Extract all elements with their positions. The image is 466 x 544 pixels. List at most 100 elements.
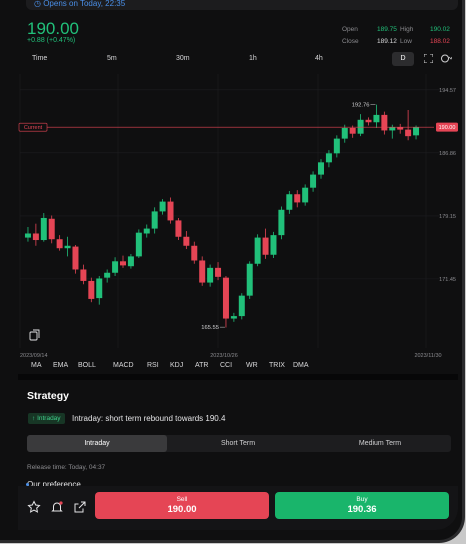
tab-30m[interactable]: 30m: [176, 55, 190, 62]
y-tick-label: 194.57: [439, 88, 456, 94]
tab-intraday[interactable]: Intraday: [27, 435, 167, 452]
candle-body: [207, 267, 214, 283]
high-label: High: [400, 26, 414, 33]
tab-daily[interactable]: D: [392, 52, 414, 66]
candle-body: [215, 267, 222, 277]
y-tick-label: 186.86: [439, 151, 456, 157]
candle-body: [96, 278, 103, 299]
candle-body: [135, 232, 142, 257]
current-price-label: 190.00: [439, 125, 456, 131]
timeframe-toolbar: Time 5m 30m 1h 4h D: [18, 52, 458, 66]
chart-settings-icon[interactable]: [440, 53, 452, 64]
sell-label: Sell: [176, 496, 188, 503]
candle-body: [199, 260, 206, 283]
indicator-ma[interactable]: MA: [31, 362, 42, 369]
candle-body: [56, 239, 63, 249]
strategy-tabs: Intraday Short Term Medium Term: [27, 435, 451, 452]
tab-time[interactable]: Time: [32, 55, 47, 62]
candle-body: [120, 261, 126, 266]
candle-body: [32, 233, 39, 241]
star-icon[interactable]: [27, 500, 41, 514]
candle-body: [318, 162, 324, 175]
indicator-rsi[interactable]: RSI: [147, 362, 159, 369]
ohlc-panel: Open 189.75 High 190.02 Close 189.12 Low…: [342, 26, 454, 46]
candle-body: [143, 228, 150, 234]
y-tick-label: 179.15: [439, 214, 456, 220]
candle-body: [112, 261, 119, 273]
candle-body: [349, 127, 356, 134]
indicator-ema[interactable]: EMA: [53, 362, 68, 369]
indicator-dma[interactable]: DMA: [293, 362, 309, 369]
indicator-boll[interactable]: BOLL: [78, 362, 96, 369]
bell-icon[interactable]: [50, 500, 64, 514]
sell-button[interactable]: Sell 190.00: [95, 492, 269, 519]
close-label: Close: [342, 38, 359, 45]
strategy-tag-label: Intraday: [37, 415, 61, 422]
candle-body: [72, 246, 79, 270]
candle-body: [357, 119, 364, 134]
draw-tool-icon-detail: [33, 329, 40, 338]
candle-body: [104, 272, 111, 278]
tab-1h[interactable]: 1h: [249, 55, 257, 62]
buy-label: Buy: [356, 496, 368, 503]
candle-body: [127, 256, 134, 267]
candle-body: [262, 237, 269, 255]
candle-body: [88, 280, 95, 299]
candle-body: [254, 237, 261, 264]
current-label: Current: [24, 125, 43, 131]
tab-4h[interactable]: 4h: [315, 55, 323, 62]
candle-body: [405, 129, 412, 137]
candle-body: [325, 153, 332, 163]
candle-body: [151, 211, 158, 229]
candle-body: [310, 174, 317, 188]
candle-body: [333, 138, 340, 154]
sell-price: 190.00: [167, 504, 197, 515]
candle-body: [80, 269, 87, 281]
open-label: Open: [342, 26, 358, 33]
candle-body: [365, 119, 372, 123]
tab-medium-term[interactable]: Medium Term: [309, 435, 451, 452]
strategy-tag: ↑ Intraday: [28, 413, 65, 424]
draw-tool-icon: [29, 331, 38, 341]
tab-5m[interactable]: 5m: [107, 55, 117, 62]
share-icon[interactable]: [73, 500, 87, 514]
candle-body: [222, 277, 229, 319]
indicator-bar: MA EMA BOLL MACD RSI KDJ ATR CCI WR TRIX…: [18, 362, 458, 372]
candle-body: [341, 127, 348, 139]
indicator-macd[interactable]: MACD: [113, 362, 134, 369]
candle-body: [270, 235, 277, 255]
open-value: 189.75: [377, 26, 397, 33]
release-time: Release time: Today, 04:37: [27, 464, 106, 471]
indicator-wr[interactable]: WR: [246, 362, 258, 369]
indicator-kdj[interactable]: KDJ: [170, 362, 183, 369]
indicator-atr[interactable]: ATR: [195, 362, 208, 369]
y-tick-label: 171.45: [439, 277, 456, 283]
strategy-headline: Intraday: short term rebound towards 190…: [72, 414, 226, 423]
high-value: 190.02: [430, 26, 450, 33]
clock-icon: ◷: [34, 0, 44, 8]
candle-body: [159, 201, 166, 212]
tab-short-term[interactable]: Short Term: [167, 435, 309, 452]
low-value: 188.02: [430, 38, 450, 45]
high-annotation: 192.76: [352, 103, 370, 109]
banner-text: Opens on Today, 22:35: [43, 0, 126, 8]
candle-body: [175, 220, 182, 237]
trade-bar: Sell 190.00 Buy 190.36: [18, 486, 458, 530]
fullscreen-icon[interactable]: [424, 54, 433, 63]
candlestick-chart[interactable]: 194.57 186.86 179.15 171.45 Current 190.00 192…: [18, 68, 458, 359]
x-tick-label: 2023/10/26: [210, 353, 238, 358]
candle-body: [397, 127, 404, 130]
candle-body: [24, 233, 31, 238]
candle-body: [294, 194, 301, 203]
candle-body: [183, 236, 190, 246]
candle-body: [286, 194, 293, 210]
candle-body: [381, 114, 388, 131]
x-tick-label: 2023/11/30: [414, 353, 441, 358]
indicator-cci[interactable]: CCI: [220, 362, 232, 369]
buy-button[interactable]: Buy 190.36: [275, 492, 449, 519]
chart-canvas: 194.57 186.86 179.15 171.45 Current 190.00 192…: [18, 74, 458, 359]
x-tick-label: 2023/09/14: [20, 353, 48, 358]
candle-body: [191, 245, 198, 261]
last-price: 190.00: [27, 19, 79, 38]
indicator-trix[interactable]: TRIX: [269, 362, 285, 369]
